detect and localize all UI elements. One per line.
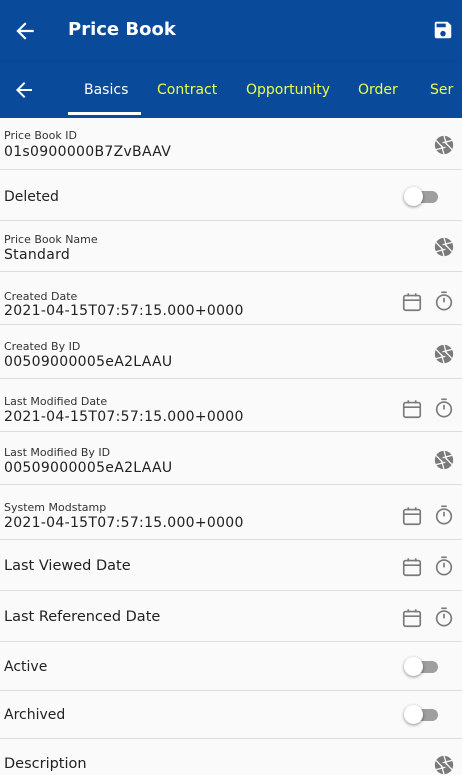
tab-bar: Basics Contract Opportunity Order Ser bbox=[0, 62, 462, 118]
calendar-icon[interactable] bbox=[401, 607, 423, 629]
field-row-last-viewed: Last Viewed Date bbox=[0, 540, 462, 591]
calendar-icon[interactable] bbox=[401, 505, 423, 527]
archived-toggle[interactable] bbox=[404, 705, 440, 724]
timer-icon[interactable] bbox=[433, 290, 455, 312]
field-label[interactable]: Last Viewed Date bbox=[4, 558, 131, 574]
field-label: Price Book Name bbox=[4, 233, 98, 246]
field-value[interactable]: 2021-04-15T07:57:15.000+0000 bbox=[4, 515, 244, 531]
timer-icon[interactable] bbox=[433, 504, 455, 526]
field-row-pricebook-id: Price Book ID 01s0900000B7ZvBAAV bbox=[0, 118, 462, 170]
field-label: Deleted bbox=[4, 189, 59, 205]
page-title: Price Book bbox=[68, 19, 176, 40]
aperture-icon[interactable] bbox=[433, 236, 455, 258]
field-label: Archived bbox=[4, 707, 66, 723]
field-row-archived: Archived bbox=[0, 691, 462, 739]
active-tab-indicator bbox=[68, 112, 141, 115]
calendar-icon[interactable] bbox=[401, 556, 423, 578]
aperture-icon[interactable] bbox=[433, 343, 455, 365]
field-label: Created By ID bbox=[4, 340, 81, 353]
field-value[interactable]: 2021-04-15T07:57:15.000+0000 bbox=[4, 409, 244, 425]
back-arrow-icon[interactable] bbox=[12, 18, 38, 44]
save-icon[interactable] bbox=[432, 19, 454, 41]
calendar-icon[interactable] bbox=[401, 291, 423, 313]
active-toggle[interactable] bbox=[404, 657, 440, 676]
field-row-description: Description bbox=[0, 739, 462, 775]
field-label: Active bbox=[4, 659, 48, 675]
field-row-last-modified-by: Last Modified By ID 00509000005eA2LAAU bbox=[0, 432, 462, 485]
field-value[interactable]: 00509000005eA2LAAU bbox=[4, 354, 172, 370]
field-label[interactable]: Description bbox=[4, 756, 87, 772]
tab-service[interactable]: Ser bbox=[430, 82, 453, 98]
field-row-created-by: Created By ID 00509000005eA2LAAU bbox=[0, 325, 462, 379]
field-label: Last Modified Date bbox=[4, 395, 108, 408]
field-label: Last Modified By ID bbox=[4, 446, 111, 459]
timer-icon[interactable] bbox=[433, 606, 455, 628]
field-value[interactable]: Standard bbox=[4, 247, 70, 263]
field-row-deleted: Deleted bbox=[0, 170, 462, 221]
field-row-last-modified-date: Last Modified Date 2021-04-15T07:57:15.0… bbox=[0, 379, 462, 432]
field-value[interactable]: 01s0900000B7ZvBAAV bbox=[4, 144, 171, 160]
field-row-created-date: Created Date 2021-04-15T07:57:15.000+000… bbox=[0, 272, 462, 325]
tab-contract[interactable]: Contract bbox=[157, 82, 217, 98]
field-value[interactable]: 00509000005eA2LAAU bbox=[4, 460, 172, 476]
app-bar: Price Book bbox=[0, 0, 462, 62]
field-label: Created Date bbox=[4, 290, 78, 303]
tab-back-arrow-icon[interactable] bbox=[12, 78, 36, 102]
tab-order[interactable]: Order bbox=[358, 82, 398, 98]
field-row-active: Active bbox=[0, 642, 462, 691]
field-row-system-modstamp: System Modstamp 2021-04-15T07:57:15.000+… bbox=[0, 485, 462, 540]
tab-opportunity[interactable]: Opportunity bbox=[246, 82, 330, 98]
timer-icon[interactable] bbox=[433, 397, 455, 419]
field-label[interactable]: Last Referenced Date bbox=[4, 609, 160, 625]
field-value[interactable]: 2021-04-15T07:57:15.000+0000 bbox=[4, 303, 244, 319]
tab-basics[interactable]: Basics bbox=[84, 82, 128, 98]
field-row-last-referenced: Last Referenced Date bbox=[0, 591, 462, 642]
field-label: System Modstamp bbox=[4, 501, 107, 514]
calendar-icon[interactable] bbox=[401, 398, 423, 420]
aperture-icon[interactable] bbox=[433, 134, 455, 156]
timer-icon[interactable] bbox=[433, 555, 455, 577]
field-row-pricebook-name: Price Book Name Standard bbox=[0, 221, 462, 272]
deleted-toggle[interactable] bbox=[404, 187, 440, 206]
aperture-icon[interactable] bbox=[433, 449, 455, 471]
field-label: Price Book ID bbox=[4, 129, 77, 142]
aperture-icon[interactable] bbox=[433, 754, 455, 775]
